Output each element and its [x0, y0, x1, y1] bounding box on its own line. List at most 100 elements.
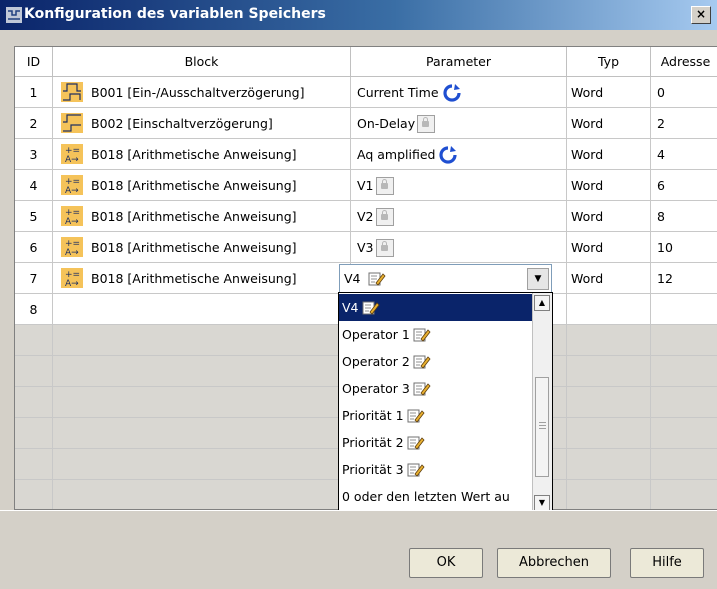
parameter-name: V2 — [357, 209, 374, 224]
dropdown-option[interactable]: Priorität 2 — [339, 429, 533, 456]
svg-text:A→: A→ — [65, 217, 79, 226]
cell-adresse: 2 — [651, 108, 717, 139]
placeholder-cell — [15, 418, 53, 449]
empty-cell[interactable] — [53, 294, 351, 325]
dropdown-option[interactable]: Priorität 3 — [339, 456, 533, 483]
cell-block: += A→ B018 [Arithmetische Anweisung] — [53, 232, 351, 263]
parameter-name: V1 — [357, 178, 374, 193]
parameter-name: On-Delay — [357, 116, 416, 131]
cell-id: 5 — [15, 201, 53, 232]
cancel-button[interactable]: Abbrechen — [497, 548, 611, 578]
table-row[interactable]: 6 += A→ B018 [Arithmetische Anweisung] V3 Wor… — [15, 232, 717, 263]
title-bar[interactable]: Konfiguration des variablen Speichers × — [0, 0, 717, 30]
cell-parameter[interactable]: Aq amplified — [351, 139, 567, 170]
table-row[interactable]: 4 += A→ B018 [Arithmetische Anweisung] V1 Wor… — [15, 170, 717, 201]
cell-typ: Word — [567, 232, 651, 263]
block-name: B018 [Arithmetische Anweisung] — [91, 271, 297, 286]
column-header-adresse[interactable]: Adresse — [651, 47, 717, 77]
dropdown-option[interactable]: V4 — [339, 294, 533, 321]
table-row[interactable]: 2 B002 [Einschaltverzögerung] On-Delay Word… — [15, 108, 717, 139]
placeholder-cell — [15, 449, 53, 480]
cell-id: 6 — [15, 232, 53, 263]
cell-id: 7 — [15, 263, 53, 294]
parameter-combobox[interactable]: V4 ▼ — [339, 264, 552, 294]
placeholder-cell — [53, 356, 351, 387]
on-off-delay-icon — [61, 82, 83, 102]
cell-block: += A→ B018 [Arithmetische Anweisung] — [53, 263, 351, 294]
cell-typ: Word — [567, 139, 651, 170]
close-button[interactable]: × — [691, 6, 711, 24]
placeholder-cell — [53, 418, 351, 449]
cell-block: B002 [Einschaltverzögerung] — [53, 108, 351, 139]
edit-icon — [368, 272, 386, 286]
block-name: B018 [Arithmetische Anweisung] — [91, 240, 297, 255]
parameter-name: V3 — [357, 240, 374, 255]
cell-typ: Word — [567, 108, 651, 139]
placeholder-cell — [651, 325, 717, 356]
placeholder-cell — [53, 387, 351, 418]
block-name: B018 [Arithmetische Anweisung] — [91, 147, 297, 162]
scroll-down-button[interactable]: ▼ — [534, 495, 550, 511]
dropdown-option[interactable]: Operator 3 — [339, 375, 533, 402]
option-label: Priorität 1 — [342, 408, 404, 423]
dropdown-option[interactable]: 0 oder den letzten Wert au — [339, 483, 533, 510]
arithmetic-block-icon: +=A→ — [61, 175, 83, 195]
placeholder-cell — [567, 418, 651, 449]
arithmetic-block-icon: +=A→ — [61, 268, 83, 288]
placeholder-cell — [651, 449, 717, 480]
empty-cell[interactable] — [567, 294, 651, 325]
app-logo-icon — [6, 7, 22, 23]
column-header-block[interactable]: Block — [53, 47, 351, 77]
option-label: V4 — [342, 300, 359, 315]
cell-id: 8 — [15, 294, 53, 325]
cell-parameter[interactable]: V2 — [351, 201, 567, 232]
placeholder-cell — [15, 387, 53, 418]
dropdown-scrollbar[interactable]: ▲ ▼ — [532, 293, 552, 513]
cell-parameter[interactable]: V1 — [351, 170, 567, 201]
scroll-up-button[interactable]: ▲ — [534, 295, 550, 311]
cell-typ: Word — [567, 201, 651, 232]
table-row[interactable]: 5 += A→ B018 [Arithmetische Anweisung] V2 Wor… — [15, 201, 717, 232]
dropdown-option[interactable]: Priorität 1 — [339, 402, 533, 429]
column-header-typ[interactable]: Typ — [567, 47, 651, 77]
help-button[interactable]: Hilfe — [630, 548, 704, 578]
cell-parameter[interactable]: On-Delay — [351, 108, 567, 139]
parameter-name: Aq amplified — [357, 147, 436, 162]
cell-id: 1 — [15, 77, 53, 108]
ok-button[interactable]: OK — [409, 548, 483, 578]
edit-icon — [413, 355, 431, 369]
cell-block: += A→ B018 [Arithmetische Anweisung] — [53, 170, 351, 201]
placeholder-cell — [15, 356, 53, 387]
column-header-parameter[interactable]: Parameter — [351, 47, 567, 77]
config-dialog: Konfiguration des variablen Speichers × … — [0, 0, 717, 589]
refresh-icon — [442, 83, 461, 102]
empty-cell[interactable] — [651, 294, 717, 325]
cell-parameter[interactable]: Current Time — [351, 77, 567, 108]
cell-adresse: 10 — [651, 232, 717, 263]
placeholder-cell — [15, 480, 53, 509]
option-label: Operator 2 — [342, 354, 410, 369]
option-label: Operator 1 — [342, 327, 410, 342]
svg-text:A→: A→ — [65, 155, 79, 164]
combo-dropdown-button[interactable]: ▼ — [527, 268, 549, 290]
cell-parameter[interactable]: V3 — [351, 232, 567, 263]
svg-text:A→: A→ — [65, 248, 79, 257]
edit-icon — [413, 328, 431, 342]
block-name: B002 [Einschaltverzögerung] — [91, 116, 273, 131]
cell-id: 3 — [15, 139, 53, 170]
placeholder-cell — [567, 325, 651, 356]
option-label: Priorität 2 — [342, 435, 404, 450]
cell-id: 2 — [15, 108, 53, 139]
scroll-thumb[interactable] — [535, 377, 549, 477]
cell-typ: Word — [567, 77, 651, 108]
dropdown-option[interactable]: Operator 2 — [339, 348, 533, 375]
dropdown-option[interactable]: Operator 1 — [339, 321, 533, 348]
svg-text:A→: A→ — [65, 186, 79, 195]
option-label: Operator 3 — [342, 381, 410, 396]
table-row[interactable]: 1 B001 [Ein-/Ausschaltverzögerung] Current… — [15, 77, 717, 108]
parameter-name: Current Time — [357, 85, 439, 100]
table-row[interactable]: 3 += A→ B018 [Arithmetische Anweisung] Aq am… — [15, 139, 717, 170]
column-header-id[interactable]: ID — [15, 47, 53, 77]
cell-block: B001 [Ein-/Ausschaltverzögerung] — [53, 77, 351, 108]
option-label: 0 oder den letzten Wert au — [342, 489, 510, 504]
